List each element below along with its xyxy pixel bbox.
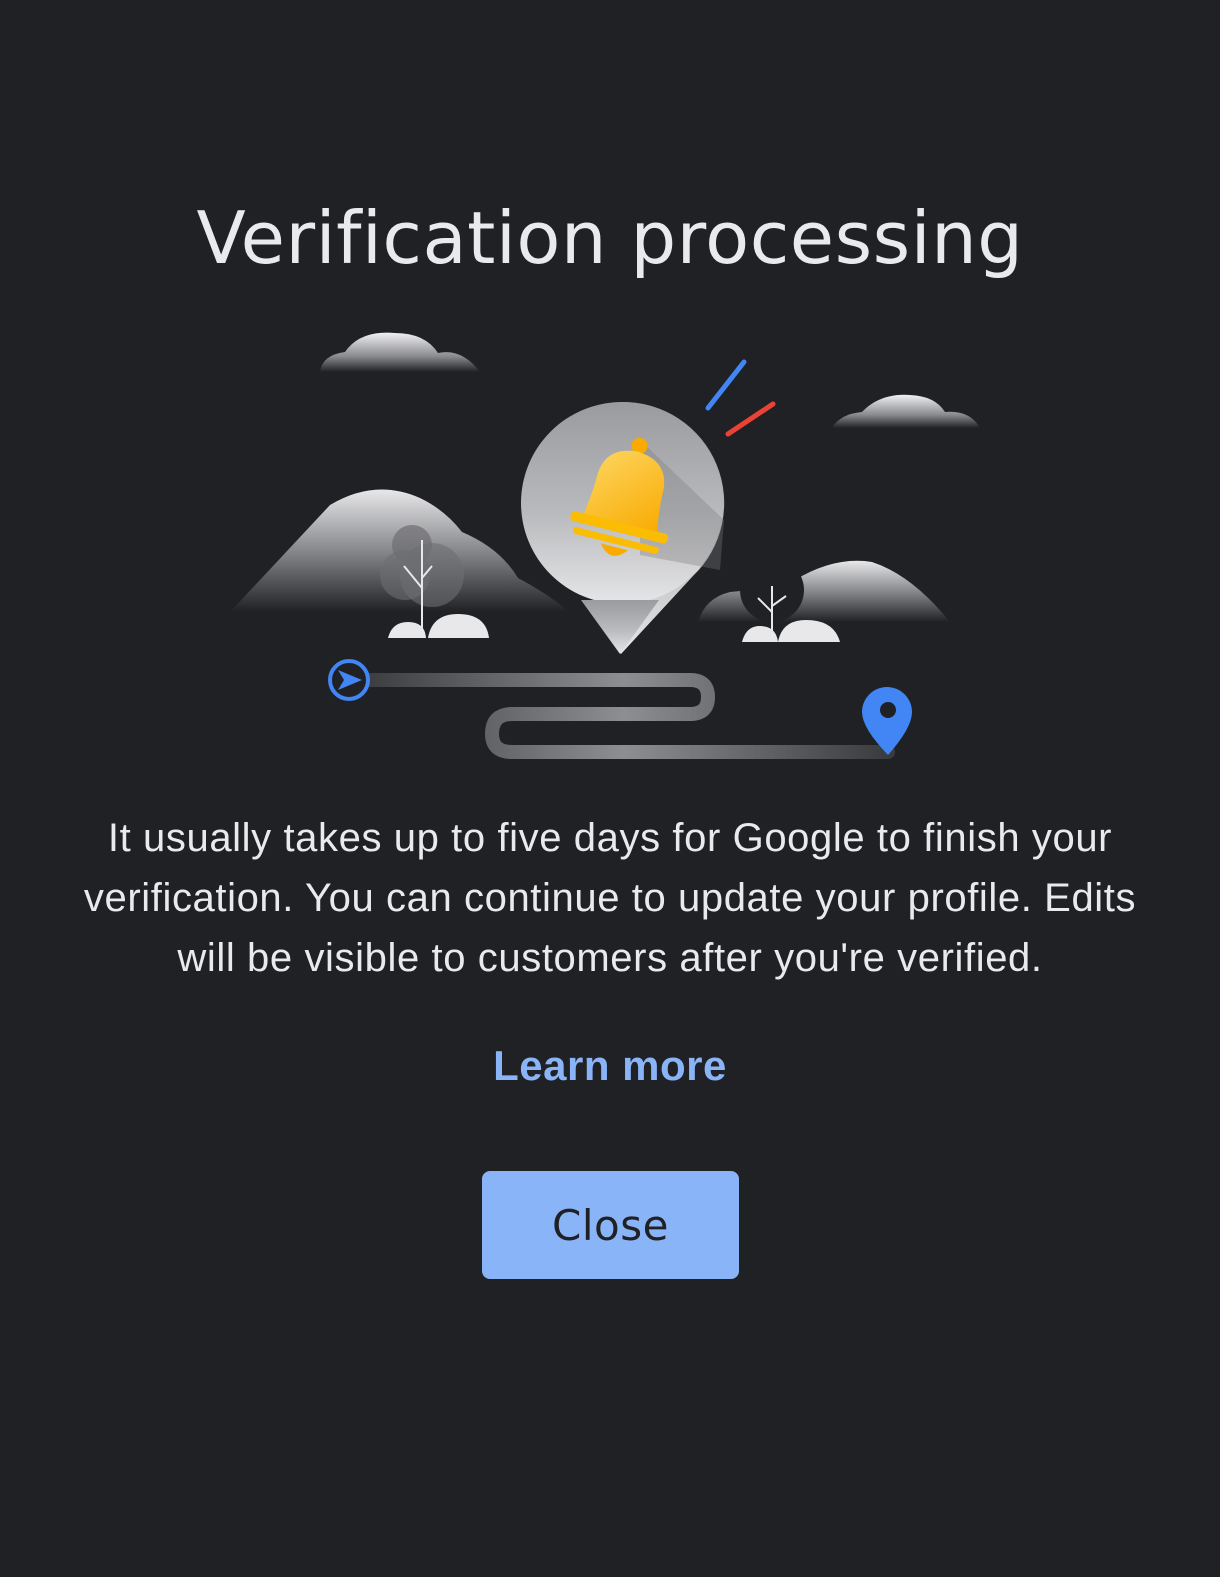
cloud-icon	[832, 394, 980, 428]
dialog-message: It usually takes up to five days for Goo…	[83, 816, 1137, 980]
bush-icon	[388, 614, 489, 638]
dialog-title: Verification processing	[196, 196, 1024, 280]
close-button[interactable]: Close	[482, 1171, 739, 1279]
accent-line-blue	[705, 359, 747, 411]
learn-more-link[interactable]: Learn more	[0, 1036, 1220, 1096]
learn-more-label[interactable]: Learn more	[493, 1042, 727, 1089]
navigation-arrow-icon	[328, 659, 370, 701]
cloud-icon	[320, 332, 480, 372]
mountain-icon	[698, 558, 950, 622]
route-path	[353, 673, 895, 759]
location-pin-icon	[862, 687, 912, 755]
mountain-icon	[230, 489, 570, 612]
verification-illustration	[230, 332, 980, 759]
accent-line-red	[725, 401, 776, 437]
bush-icon	[742, 620, 840, 642]
